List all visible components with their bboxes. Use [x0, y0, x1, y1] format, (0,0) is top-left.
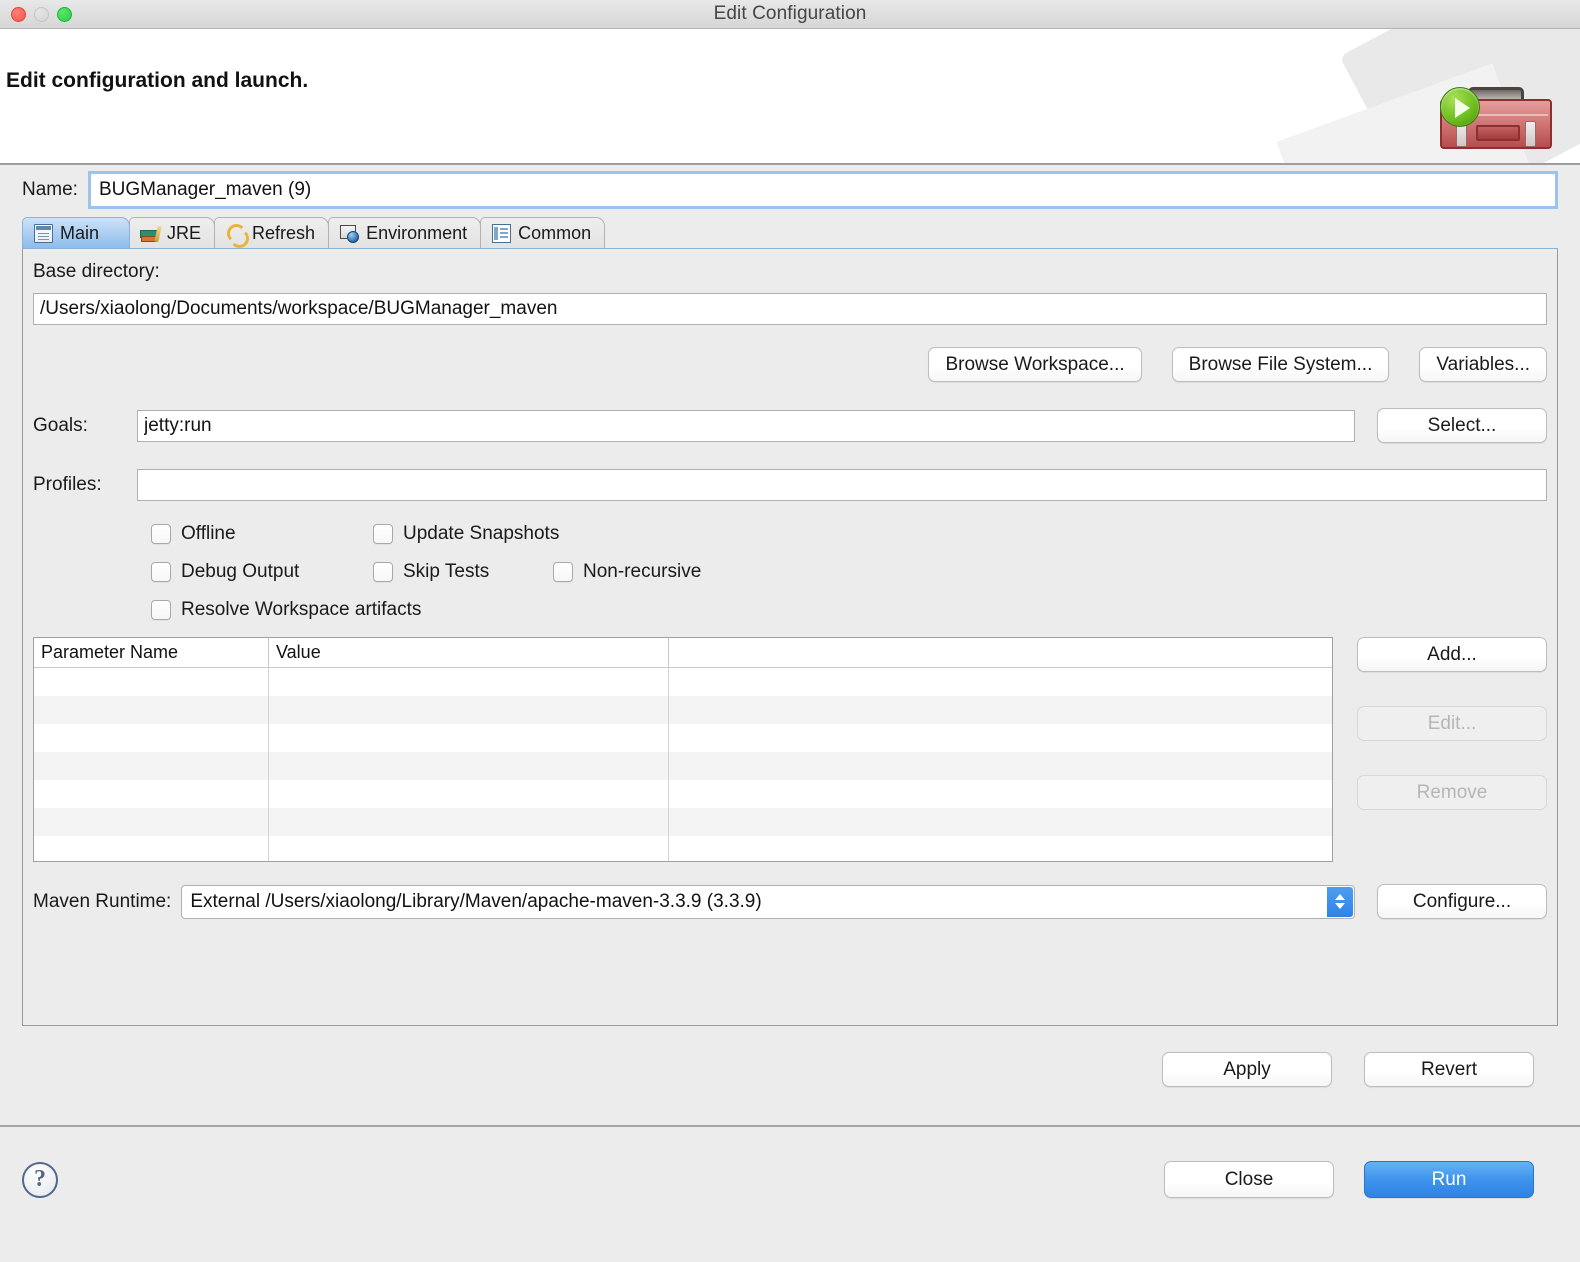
banner-heading: Edit configuration and launch.	[6, 69, 308, 93]
parameter-table[interactable]: Parameter Name Value	[33, 637, 1333, 862]
main-tab-panel: Base directory: Browse Workspace... Brow…	[22, 248, 1558, 1026]
tab-environment-label: Environment	[366, 223, 467, 244]
profiles-row: Profiles:	[33, 469, 1547, 501]
parameter-table-area: Parameter Name Value Add... Edit... Remo…	[33, 637, 1547, 862]
checkbox-update-snapshots-label: Update Snapshots	[403, 523, 559, 545]
browse-file-system-button[interactable]: Browse File System...	[1172, 347, 1390, 382]
table-row[interactable]	[34, 668, 1332, 696]
tab-jre-label: JRE	[167, 223, 201, 244]
maven-runtime-select[interactable]: External /Users/xiaolong/Library/Maven/a…	[181, 885, 1355, 919]
dialog-banner: Edit configuration and launch.	[0, 29, 1580, 165]
checkbox-offline-label: Offline	[181, 523, 236, 545]
base-directory-input[interactable]	[33, 293, 1547, 325]
checkbox-skip-tests[interactable]: Skip Tests	[373, 561, 553, 583]
table-row[interactable]	[34, 808, 1332, 836]
checkbox-non-recursive[interactable]: Non-recursive	[553, 561, 701, 583]
table-row[interactable]	[34, 724, 1332, 752]
refresh-icon	[226, 224, 245, 243]
checkbox-resolve-workspace-artifacts-label: Resolve Workspace artifacts	[181, 599, 421, 621]
run-toolbox-icon	[1440, 87, 1552, 149]
tab-main[interactable]: Main	[22, 217, 130, 248]
checkbox-debug-output-label: Debug Output	[181, 561, 299, 583]
configure-maven-button[interactable]: Configure...	[1377, 884, 1547, 919]
column-header-extra[interactable]	[669, 638, 1332, 667]
apply-revert-row: Apply Revert	[0, 1026, 1580, 1087]
checkbox-box-icon	[151, 600, 171, 620]
parameter-table-buttons: Add... Edit... Remove	[1357, 637, 1547, 862]
checkbox-resolve-workspace-artifacts[interactable]: Resolve Workspace artifacts	[151, 599, 421, 621]
maven-runtime-label: Maven Runtime:	[33, 891, 171, 913]
stepper-arrows-icon[interactable]	[1327, 887, 1353, 917]
table-row[interactable]	[34, 836, 1332, 862]
checkbox-update-snapshots[interactable]: Update Snapshots	[373, 523, 559, 545]
configuration-name-row: Name:	[0, 165, 1580, 217]
checkbox-box-icon	[151, 524, 171, 544]
tab-environment[interactable]: Environment	[328, 217, 481, 248]
maven-runtime-selected-value: External /Users/xiaolong/Library/Maven/a…	[190, 891, 761, 913]
options-checkbox-group: Offline Update Snapshots Debug Output Sk…	[151, 523, 1547, 621]
browse-workspace-button[interactable]: Browse Workspace...	[928, 347, 1141, 382]
parameter-table-header: Parameter Name Value	[34, 638, 1332, 668]
apply-button[interactable]: Apply	[1162, 1052, 1332, 1087]
checkbox-box-icon	[151, 562, 171, 582]
browse-buttons-row: Browse Workspace... Browse File System..…	[33, 347, 1547, 382]
variables-button[interactable]: Variables...	[1419, 347, 1547, 382]
profiles-input[interactable]	[137, 469, 1547, 501]
document-icon	[34, 224, 53, 243]
run-play-badge-icon	[1440, 87, 1480, 127]
checkbox-box-icon	[373, 562, 393, 582]
checkbox-box-icon	[373, 524, 393, 544]
tab-common-label: Common	[518, 223, 591, 244]
dialog-footer: ? Close Run	[0, 1127, 1580, 1232]
name-label: Name:	[22, 179, 78, 201]
checkbox-box-icon	[553, 562, 573, 582]
remove-parameter-button: Remove	[1357, 775, 1547, 810]
base-directory-label: Base directory:	[33, 261, 1547, 283]
window-titlebar: Edit Configuration	[0, 0, 1580, 29]
checkbox-debug-output[interactable]: Debug Output	[151, 561, 373, 583]
tab-jre[interactable]: JRE	[129, 217, 215, 248]
checkbox-skip-tests-label: Skip Tests	[403, 561, 489, 583]
column-header-value[interactable]: Value	[269, 638, 669, 667]
profiles-label: Profiles:	[33, 474, 137, 496]
table-row[interactable]	[34, 780, 1332, 808]
checkbox-offline[interactable]: Offline	[151, 523, 373, 545]
table-row[interactable]	[34, 752, 1332, 780]
maven-runtime-row: Maven Runtime: External /Users/xiaolong/…	[33, 884, 1547, 919]
tab-refresh[interactable]: Refresh	[214, 217, 329, 248]
goals-input[interactable]	[137, 410, 1355, 442]
close-button[interactable]: Close	[1164, 1161, 1334, 1198]
column-header-parameter-name[interactable]: Parameter Name	[34, 638, 269, 667]
tab-main-label: Main	[60, 223, 99, 244]
checkbox-non-recursive-label: Non-recursive	[583, 561, 701, 583]
tab-common[interactable]: Common	[480, 217, 605, 248]
goals-row: Goals: Select...	[33, 408, 1547, 443]
table-row[interactable]	[34, 696, 1332, 724]
revert-button[interactable]: Revert	[1364, 1052, 1534, 1087]
tab-refresh-label: Refresh	[252, 223, 315, 244]
parameter-table-body	[34, 668, 1332, 862]
configuration-name-input[interactable]	[90, 173, 1556, 207]
list-icon	[492, 224, 511, 243]
goals-label: Goals:	[33, 415, 137, 437]
select-goals-button[interactable]: Select...	[1377, 408, 1547, 443]
run-button[interactable]: Run	[1364, 1161, 1534, 1198]
window-title: Edit Configuration	[0, 3, 1580, 25]
footer-buttons: Close Run	[1164, 1161, 1534, 1198]
books-icon	[141, 224, 160, 243]
add-parameter-button[interactable]: Add...	[1357, 637, 1547, 672]
monitor-globe-icon	[340, 224, 359, 243]
tab-bar: Main JRE Refresh Environment Common	[22, 217, 1558, 248]
question-mark-icon[interactable]: ?	[22, 1162, 58, 1198]
edit-parameter-button: Edit...	[1357, 706, 1547, 741]
